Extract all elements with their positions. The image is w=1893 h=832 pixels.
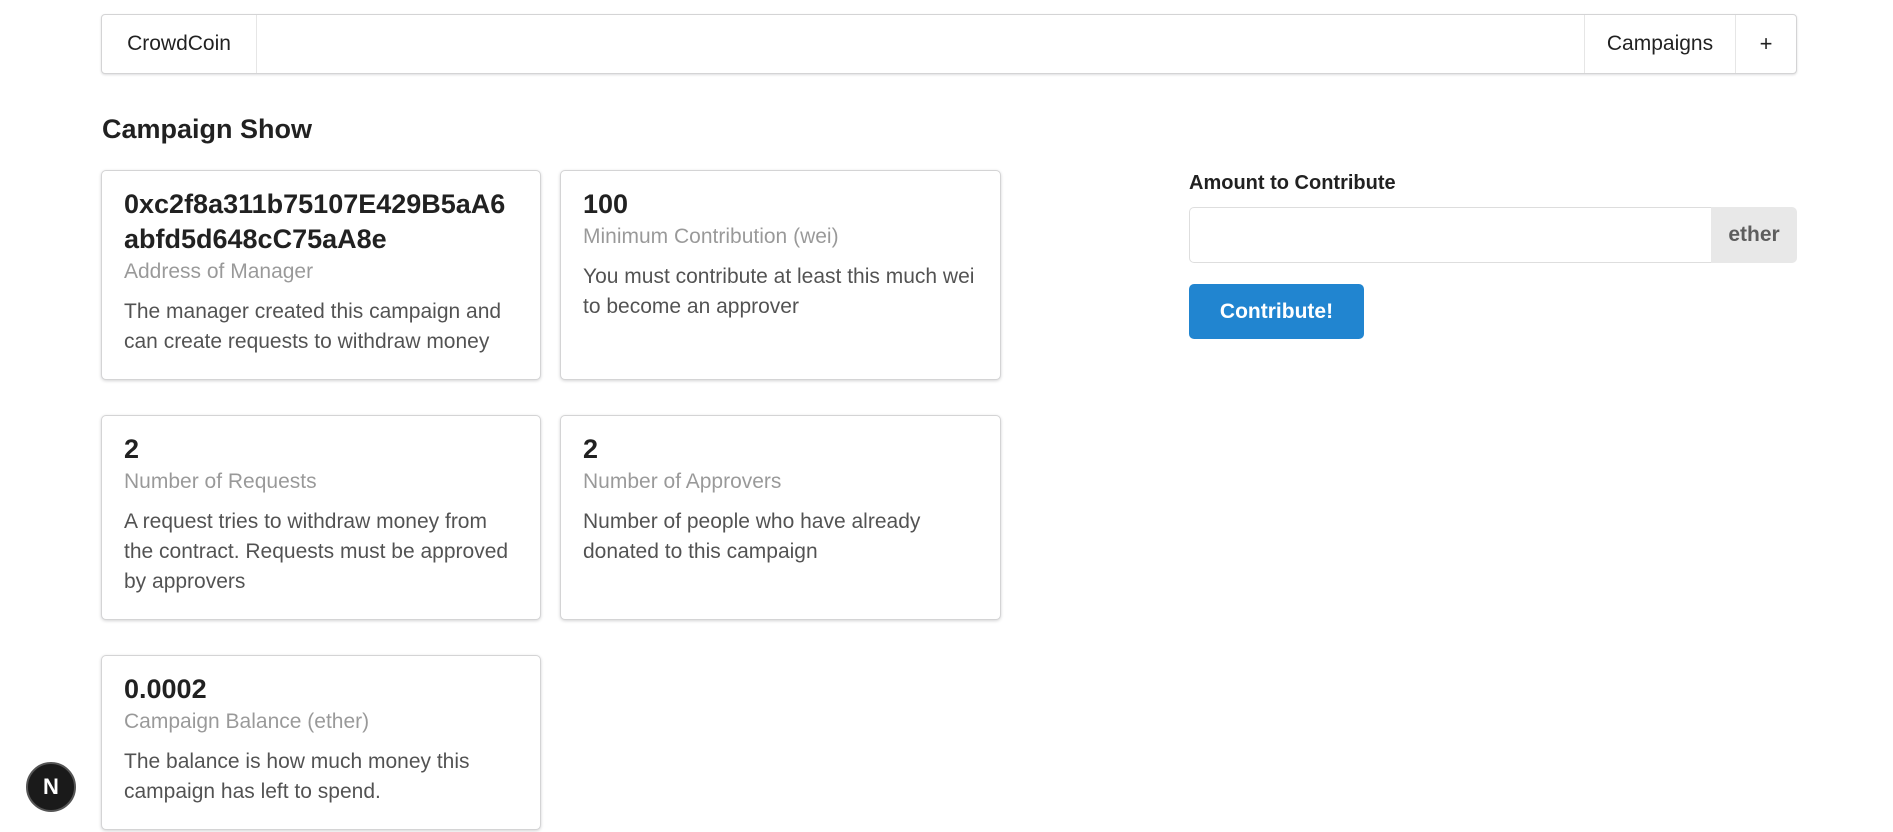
card-header: 2 xyxy=(583,434,599,464)
card-meta: Address of Manager xyxy=(124,260,314,283)
card-minimum-contribution: 100 Minimum Contribution (wei) You must … xyxy=(560,170,1001,380)
card-meta: Number of Approvers xyxy=(583,470,782,493)
campaigns-link[interactable]: Campaigns xyxy=(1584,15,1735,73)
contribute-button[interactable]: Contribute! xyxy=(1189,284,1364,339)
top-nav-menu: CrowdCoin Campaigns + xyxy=(101,14,1797,74)
card-meta: Minimum Contribution (wei) xyxy=(583,225,839,248)
card-campaign-balance: 0.0002 Campaign Balance (ether) The bala… xyxy=(101,655,541,830)
ether-unit-label: ether xyxy=(1711,207,1797,263)
card-header: 0.0002 xyxy=(124,674,207,704)
amount-input[interactable] xyxy=(1189,207,1711,263)
card-header: 2 xyxy=(124,434,140,464)
menu-spacer xyxy=(257,15,1584,73)
card-number-of-requests: 2 Number of Requests A request tries to … xyxy=(101,415,541,620)
card-header: 0xc2f8a311b75107E429B5aA6abfd5d648cC75aA… xyxy=(124,189,506,254)
brand-link[interactable]: CrowdCoin xyxy=(102,15,257,73)
card-header: 100 xyxy=(583,189,629,219)
card-manager-address: 0xc2f8a311b75107E429B5aA6abfd5d648cC75aA… xyxy=(101,170,541,380)
card-number-of-approvers: 2 Number of Approvers Number of people w… xyxy=(560,415,1001,620)
page-title: Campaign Show xyxy=(102,114,313,144)
card-meta: Campaign Balance (ether) xyxy=(124,710,370,733)
amount-label: Amount to Contribute xyxy=(1189,172,1396,194)
card-description: The manager created this campaign and ca… xyxy=(124,300,502,353)
amount-input-group: ether xyxy=(1189,207,1797,263)
card-description: The balance is how much money this campa… xyxy=(124,750,470,803)
card-description: You must contribute at least this much w… xyxy=(583,265,975,318)
nextjs-dev-indicator-icon[interactable]: N xyxy=(26,762,76,812)
card-description: Number of people who have already donate… xyxy=(583,510,921,563)
card-meta: Number of Requests xyxy=(124,470,317,493)
card-description: A request tries to withdraw money from t… xyxy=(124,510,509,593)
add-campaign-button[interactable]: + xyxy=(1735,15,1796,73)
